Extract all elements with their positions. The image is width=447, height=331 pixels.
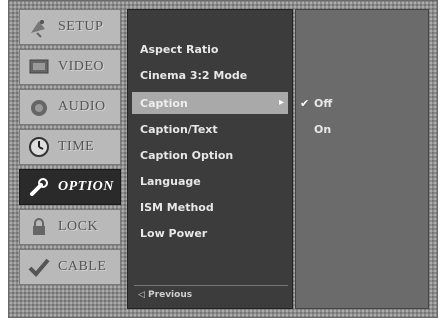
- menu-item-label: Caption/Text: [140, 122, 218, 136]
- menu-item-label: Caption: [140, 96, 188, 110]
- satellite-dish-icon: [24, 12, 54, 42]
- wrench-icon: [24, 172, 54, 202]
- category-tabs: SETUP VIDEO AUDIO TIME OPTION LOCK CABLE: [19, 9, 123, 309]
- tab-lock[interactable]: LOCK: [19, 209, 121, 245]
- caption-submenu-panel: ✔ Off On: [295, 9, 429, 309]
- tab-label: CABLE: [58, 259, 107, 274]
- menu-item-language[interactable]: Language: [132, 170, 288, 192]
- tab-label: AUDIO: [58, 99, 106, 114]
- tab-time[interactable]: TIME: [19, 129, 121, 165]
- tab-audio[interactable]: AUDIO: [19, 89, 121, 125]
- menu-item-ism-method[interactable]: ISM Method: [132, 196, 288, 218]
- option-on[interactable]: On: [300, 119, 331, 139]
- menu-item-label: Aspect Ratio: [140, 42, 219, 56]
- menu-item-cinema-mode[interactable]: Cinema 3:2 Mode: [132, 64, 288, 86]
- option-label: Off: [314, 96, 333, 110]
- tab-label: OPTION: [58, 179, 114, 194]
- option-off[interactable]: ✔ Off: [300, 93, 332, 113]
- previous-hint: ◁ Previous: [138, 290, 193, 300]
- checkmark-cable-icon: [24, 252, 54, 282]
- menu-item-caption-text[interactable]: Caption/Text: [132, 118, 288, 140]
- menu-item-aspect-ratio[interactable]: Aspect Ratio: [132, 38, 288, 60]
- menu-divider: [134, 285, 288, 286]
- menu-item-label: Caption Option: [140, 148, 234, 162]
- tab-option[interactable]: OPTION: [19, 169, 121, 205]
- osd-menu-frame: SETUP VIDEO AUDIO TIME OPTION LOCK CABLE…: [8, 0, 438, 318]
- speaker-icon: [24, 92, 54, 122]
- menu-item-label: ISM Method: [140, 200, 214, 214]
- tab-label: VIDEO: [58, 59, 105, 74]
- padlock-icon: [24, 212, 54, 242]
- menu-item-low-power[interactable]: Low Power: [132, 222, 288, 244]
- submenu-arrow-icon: ▸: [278, 97, 284, 108]
- menu-item-caption-option[interactable]: Caption Option: [132, 144, 288, 166]
- check-icon: ✔: [300, 96, 310, 110]
- menu-item-label: Low Power: [140, 226, 208, 240]
- tab-label: SETUP: [58, 19, 104, 34]
- tab-label: TIME: [58, 139, 95, 154]
- menu-item-label: Language: [140, 174, 201, 188]
- clock-icon: [24, 132, 54, 162]
- option-label: On: [314, 122, 332, 136]
- tab-cable[interactable]: CABLE: [19, 249, 121, 285]
- tab-video[interactable]: VIDEO: [19, 49, 121, 85]
- menu-item-caption[interactable]: Caption ▸: [132, 92, 288, 114]
- tv-screen-icon: [24, 52, 54, 82]
- menu-item-label: Cinema 3:2 Mode: [140, 68, 248, 82]
- tab-label: LOCK: [58, 219, 99, 234]
- tab-setup[interactable]: SETUP: [19, 9, 121, 45]
- option-menu-panel: Aspect Ratio Cinema 3:2 Mode Caption ▸ C…: [127, 9, 293, 309]
